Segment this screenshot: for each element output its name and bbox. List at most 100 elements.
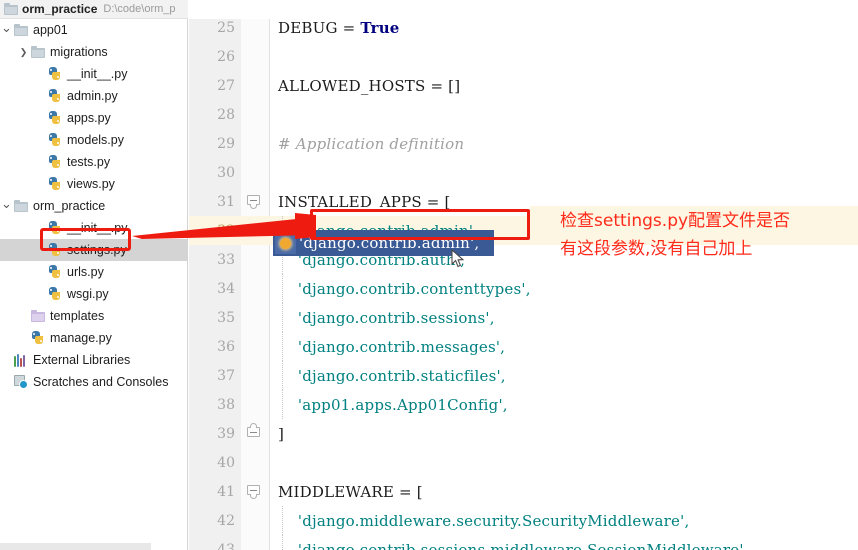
red-highlight-box-editor — [310, 209, 530, 240]
code-text: ] — [278, 424, 285, 443]
python-file-icon — [48, 177, 62, 191]
project-tree-list[interactable]: ⌄ app01 ❯ migrations __init__.py admin.py apps… — [0, 19, 187, 393]
project-header-bar: orm_practice D:\code\orm_p — [0, 0, 858, 19]
line-number: 25 — [217, 19, 235, 36]
fold-start-icon[interactable] — [247, 485, 261, 499]
tree-item-label: Scratches and Consoles — [33, 375, 169, 389]
code-editor[interactable]: 25 DEBUG = True 26 27 ALLOWED_HOSTS = [] 28 29… — [189, 19, 858, 550]
folder-purple-icon — [31, 310, 45, 322]
code-text: 'django.contrib.contenttypes', — [278, 279, 531, 298]
tree-item-migrations[interactable]: ❯ migrations — [0, 41, 187, 63]
code-line-37[interactable]: 37 'django.contrib.staticfiles', — [189, 361, 858, 390]
chevron-down-icon[interactable]: ⌄ — [0, 193, 13, 215]
code-line-35[interactable]: 35 'django.contrib.sessions', — [189, 303, 858, 332]
project-name: orm_practice — [22, 2, 98, 16]
tree-item-wsgi-py[interactable]: wsgi.py — [0, 283, 187, 305]
indent-guide — [282, 332, 283, 361]
folder-icon — [14, 200, 28, 212]
indent-guide — [282, 506, 283, 535]
tree-item-urls-py[interactable]: urls.py — [0, 261, 187, 283]
chevron-down-icon[interactable]: ⌄ — [0, 19, 13, 39]
tree-item-label: __init__.py — [67, 67, 128, 81]
red-arrow-icon — [132, 213, 316, 239]
code-line-41[interactable]: 41 MIDDLEWARE = [ — [189, 477, 858, 506]
code-line-28[interactable]: 28 — [189, 100, 858, 129]
tree-item-external-libraries[interactable]: External Libraries — [0, 349, 187, 371]
pycharm-window: orm_practice D:\code\orm_p ⌄ app01 ❯ migrat… — [0, 0, 858, 550]
line-number: 39 — [217, 425, 235, 442]
line-number: 43 — [217, 541, 235, 550]
red-highlight-box-settings-file — [40, 228, 131, 251]
tree-item-label: urls.py — [67, 265, 104, 279]
code-line-40[interactable]: 40 — [189, 448, 858, 477]
code-text: 'django.contrib.sessions.middleware.Sess… — [278, 540, 749, 550]
tree-item-label: admin.py — [67, 89, 118, 103]
project-path: D:\code\orm_p — [103, 3, 176, 15]
code-line-27[interactable]: 27 ALLOWED_HOSTS = [] — [189, 71, 858, 100]
project-tree-panel[interactable]: ⌄ app01 ❯ migrations __init__.py admin.py apps… — [0, 19, 188, 550]
tree-item-scratches-and-consoles[interactable]: Scratches and Consoles — [0, 371, 187, 393]
tree-item-label: tests.py — [67, 155, 111, 169]
scratches-icon — [14, 375, 28, 389]
chevron-right-icon[interactable]: ❯ — [17, 41, 30, 63]
indent-guide — [282, 303, 283, 332]
tree-item-label: External Libraries — [33, 353, 131, 367]
folder-icon — [4, 3, 18, 15]
line-number: 40 — [217, 454, 235, 471]
line-number: 28 — [217, 106, 235, 123]
code-line-29[interactable]: 29 # Application definition — [189, 129, 858, 158]
tree-item-manage-py[interactable]: manage.py — [0, 327, 187, 349]
indent-guide — [282, 390, 283, 419]
python-file-icon — [48, 89, 62, 103]
code-line-38[interactable]: 38 'app01.apps.App01Config', — [189, 390, 858, 419]
code-text: MIDDLEWARE = [ — [278, 482, 423, 501]
tree-item--init-py[interactable]: __init__.py — [0, 63, 187, 85]
line-number: 33 — [217, 251, 235, 268]
tree-item-label: app01 — [33, 23, 68, 37]
tree-item-app01[interactable]: ⌄ app01 — [0, 19, 187, 41]
indent-guide — [282, 535, 283, 550]
tree-item-apps-py[interactable]: apps.py — [0, 107, 187, 129]
code-line-36[interactable]: 36 'django.contrib.messages', — [189, 332, 858, 361]
code-text: 'django.contrib.sessions', — [278, 308, 495, 327]
libraries-icon — [14, 353, 28, 367]
python-file-icon — [48, 287, 62, 301]
code-line-42[interactable]: 42 'django.middleware.security.SecurityM… — [189, 506, 858, 535]
code-line-25[interactable]: 25 DEBUG = True — [189, 19, 858, 42]
line-number: 38 — [217, 396, 235, 413]
code-text: 'django.contrib.messages', — [278, 337, 506, 356]
folder-icon — [31, 46, 45, 58]
code-text: DEBUG = True — [278, 19, 400, 37]
tree-item-label: views.py — [67, 177, 115, 191]
code-line-43[interactable]: 43 'django.contrib.sessions.middleware.S… — [189, 535, 858, 550]
horizontal-scrollbar[interactable] — [0, 543, 151, 550]
line-number: 36 — [217, 338, 235, 355]
code-text: INSTALLED_APPS = [ — [278, 192, 451, 211]
line-number: 31 — [217, 193, 235, 210]
tree-item-views-py[interactable]: views.py — [0, 173, 187, 195]
code-line-30[interactable]: 30 — [189, 158, 858, 187]
code-line-34[interactable]: 34 'django.contrib.contenttypes', — [189, 274, 858, 303]
line-number: 35 — [217, 309, 235, 326]
fold-end-icon[interactable] — [247, 423, 261, 441]
python-file-icon — [31, 331, 45, 345]
mouse-pointer-icon — [451, 249, 464, 268]
tree-item-models-py[interactable]: models.py — [0, 129, 187, 151]
tree-item-admin-py[interactable]: admin.py — [0, 85, 187, 107]
fold-start-icon[interactable] — [247, 195, 261, 209]
tree-item-label: orm_practice — [33, 199, 106, 213]
folder-icon — [14, 24, 28, 36]
line-number: 26 — [217, 48, 235, 65]
code-line-39[interactable]: 39] — [189, 419, 858, 448]
tree-item-templates[interactable]: templates — [0, 305, 187, 327]
python-file-icon — [48, 133, 62, 147]
tree-item-tests-py[interactable]: tests.py — [0, 151, 187, 173]
code-line-26[interactable]: 26 — [189, 42, 858, 71]
line-number: 42 — [217, 512, 235, 529]
